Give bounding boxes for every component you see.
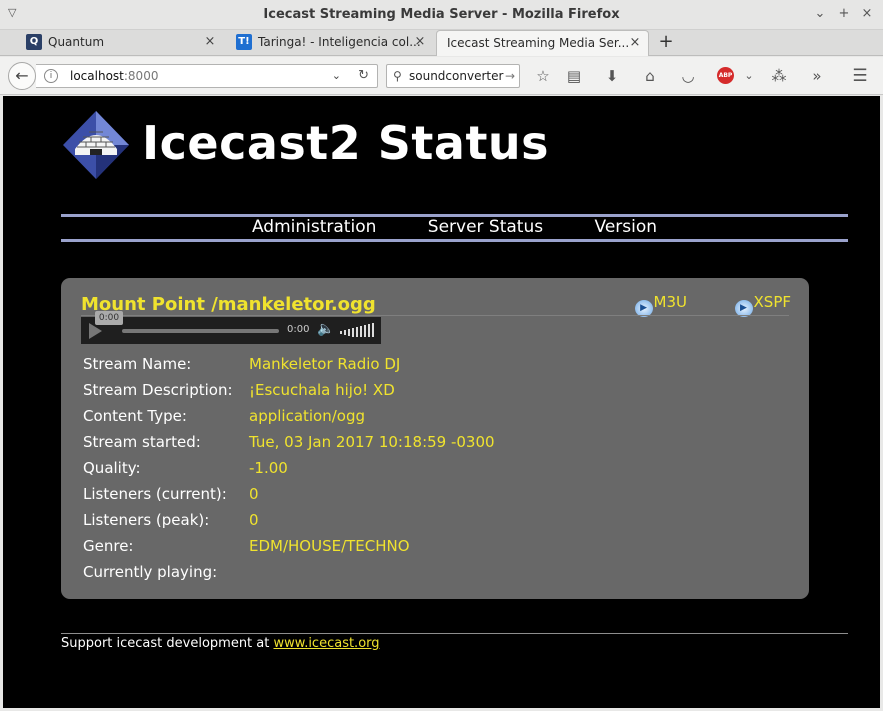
- window-titlebar: ▽ Icecast Streaming Media Server - Mozil…: [0, 0, 883, 30]
- field-label: Stream Name:: [83, 355, 192, 373]
- nav-server-status[interactable]: Server Status: [428, 217, 543, 237]
- close-tab-icon[interactable]: ×: [203, 30, 217, 54]
- tab-label: Quantum: [48, 35, 105, 49]
- xspf-link[interactable]: ▶ XSPF: [734, 293, 791, 317]
- volume-slider[interactable]: [340, 323, 374, 337]
- new-tab-button[interactable]: +: [656, 30, 676, 54]
- info-icon[interactable]: i: [44, 69, 58, 83]
- tab-quantum[interactable]: Q Quantum ×: [26, 30, 221, 56]
- adblock-plus-icon[interactable]: ABP: [717, 67, 734, 84]
- extension-icon[interactable]: ⁂: [769, 66, 789, 86]
- search-go-icon[interactable]: →: [505, 65, 515, 87]
- info-row: Content Type: application/ogg: [83, 407, 783, 429]
- xspf-label: XSPF: [753, 293, 791, 311]
- seek-bar[interactable]: [122, 329, 279, 333]
- field-value: EDM/HOUSE/TECHNO: [249, 537, 410, 555]
- nav-administration[interactable]: Administration: [252, 217, 376, 237]
- m3u-link[interactable]: ▶ M3U: [634, 293, 687, 317]
- info-row: Listeners (peak): 0: [83, 511, 783, 533]
- close-window-icon[interactable]: ×: [858, 5, 876, 23]
- footer-rule: [61, 633, 848, 634]
- url-host: localhost: [70, 69, 124, 83]
- field-value: application/ogg: [249, 407, 366, 425]
- search-value: soundconverter: [409, 69, 504, 83]
- field-label: Quality:: [83, 459, 141, 477]
- field-value: 0: [249, 485, 259, 503]
- hamburger-menu-icon[interactable]: ☰: [850, 66, 870, 86]
- tab-taringa[interactable]: T! Taringa! - Inteligencia col... ×: [236, 30, 431, 56]
- tab-icecast[interactable]: Icecast Streaming Media Ser... ×: [436, 30, 649, 56]
- field-value: ¡Escuchala hijo! XD: [249, 381, 395, 399]
- field-value: Mankeletor Radio DJ: [249, 355, 401, 373]
- info-row: Listeners (current): 0: [83, 485, 783, 507]
- page-content: Icecast2 Status Administration Server St…: [3, 96, 880, 708]
- back-button[interactable]: ←: [8, 62, 36, 90]
- info-row: Stream started: Tue, 03 Jan 2017 10:18:59…: [83, 433, 783, 455]
- field-label: Stream started:: [83, 433, 201, 451]
- window-title: Icecast Streaming Media Server - Mozilla…: [263, 7, 620, 22]
- info-row: Stream Name: Mankeletor Radio DJ: [83, 355, 783, 377]
- search-bar[interactable]: ⚲ soundconverter →: [386, 64, 520, 88]
- m3u-label: M3U: [653, 293, 687, 311]
- field-label: Currently playing:: [83, 563, 218, 581]
- pocket-icon[interactable]: ◡: [678, 66, 698, 86]
- nav-bottom-rule: [61, 239, 848, 242]
- audio-player: 0:00 0:00 🔈: [81, 311, 381, 344]
- close-tab-icon[interactable]: ×: [628, 31, 642, 55]
- mute-icon[interactable]: 🔈: [317, 321, 334, 337]
- minimize-icon[interactable]: ⌄: [811, 5, 829, 23]
- play-button[interactable]: [89, 323, 102, 339]
- maximize-icon[interactable]: +: [835, 5, 853, 23]
- addon-dropdown-icon[interactable]: ⌄: [739, 66, 759, 86]
- reload-icon[interactable]: ↻: [358, 65, 369, 87]
- field-label: Genre:: [83, 537, 134, 555]
- reading-list-icon[interactable]: ▤: [564, 66, 584, 86]
- mount-point-panel: Mount Point /mankeletor.ogg ▶ M3U ▶ XSPF 0…: [61, 278, 809, 599]
- field-label: Listeners (current):: [83, 485, 227, 503]
- url-text: localhost:8000: [70, 65, 158, 87]
- url-history-dropdown-icon[interactable]: ⌄: [332, 65, 341, 87]
- footer: Support icecast development at www.iceca…: [61, 636, 380, 651]
- field-label: Listeners (peak):: [83, 511, 210, 529]
- info-row: Genre: EDM/HOUSE/TECHNO: [83, 537, 783, 559]
- icecast-website-link[interactable]: www.icecast.org: [273, 636, 379, 651]
- search-icon: ⚲: [393, 69, 402, 83]
- info-row: Stream Description: ¡Escuchala hijo! XD: [83, 381, 783, 403]
- url-port: :8000: [123, 69, 159, 83]
- navigation-toolbar: ← i localhost:8000 ⌄ ↻ ⚲ soundconverter …: [0, 57, 883, 95]
- info-row: Currently playing:: [83, 563, 783, 585]
- nav-version[interactable]: Version: [595, 217, 658, 237]
- overflow-menu-icon[interactable]: »: [807, 66, 827, 86]
- footer-text: Support icecast development at: [61, 636, 274, 651]
- close-tab-icon[interactable]: ×: [413, 30, 427, 54]
- mount-divider: [81, 315, 789, 316]
- mount-point-title: Mount Point /mankeletor.ogg: [81, 294, 376, 315]
- tab-bar: Q Quantum × T! Taringa! - Inteligencia c…: [0, 30, 883, 56]
- seek-tooltip: 0:00: [95, 311, 123, 325]
- taringa-icon: T!: [236, 34, 252, 50]
- field-value: 0: [249, 511, 259, 529]
- field-value: Tue, 03 Jan 2017 10:18:59 -0300: [249, 433, 495, 451]
- bookmark-star-icon[interactable]: ☆: [533, 66, 553, 86]
- info-row: Quality: -1.00: [83, 459, 783, 481]
- tab-label: Icecast Streaming Media Ser...: [447, 36, 630, 50]
- download-icon[interactable]: ⬇: [602, 66, 622, 86]
- player-time: 0:00: [287, 324, 310, 335]
- page-title: Icecast2 Status: [142, 116, 550, 170]
- tab-label: Taringa! - Inteligencia col...: [258, 35, 421, 49]
- icecast-logo-icon: [63, 111, 129, 179]
- field-label: Stream Description:: [83, 381, 233, 399]
- url-bar[interactable]: i localhost:8000 ⌄ ↻: [36, 64, 378, 88]
- field-label: Content Type:: [83, 407, 187, 425]
- home-icon[interactable]: ⌂: [640, 66, 660, 86]
- field-value: -1.00: [249, 459, 288, 477]
- quantum-icon: Q: [26, 34, 42, 50]
